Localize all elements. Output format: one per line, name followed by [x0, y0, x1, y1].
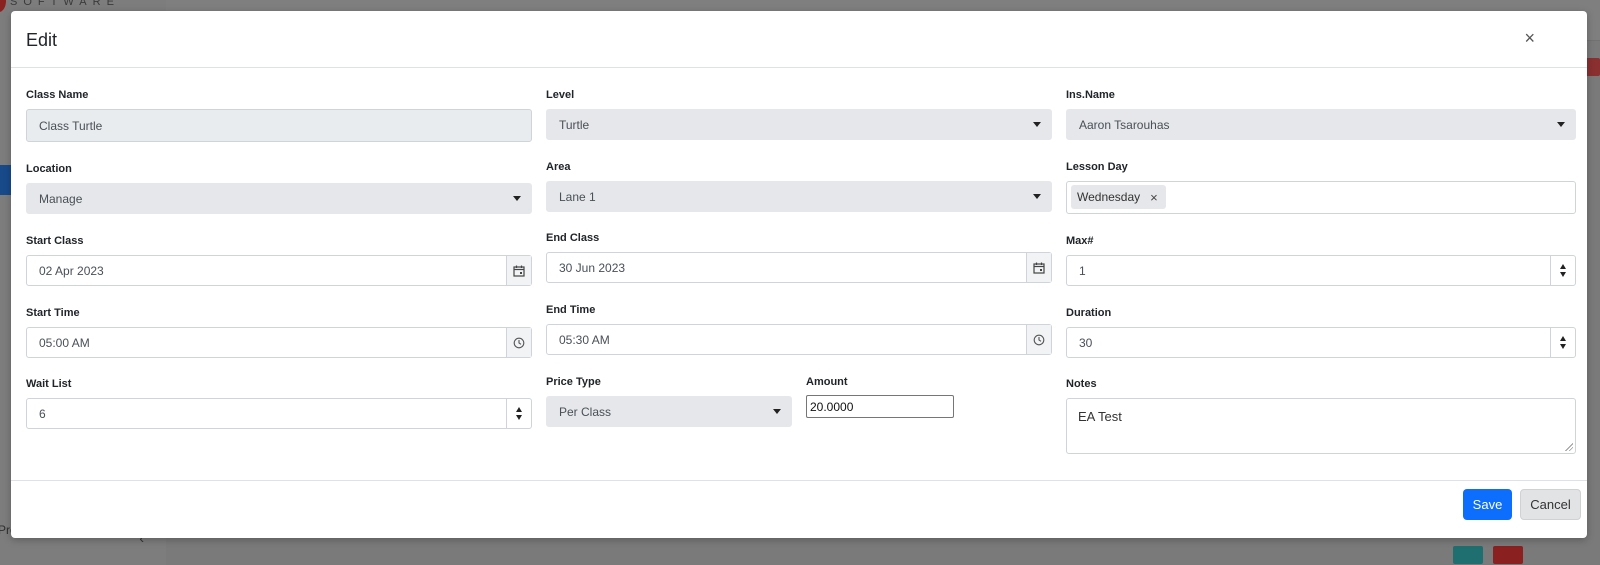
notes-textarea[interactable]: EA Test: [1066, 398, 1576, 454]
end-class-label: End Class: [546, 232, 600, 244]
lesson-day-tag: Wednesday ×: [1071, 185, 1166, 209]
chevron-down-icon: [513, 196, 521, 201]
amount-value: 20.0000: [810, 399, 854, 414]
class-name-label: Class Name: [26, 89, 89, 101]
start-time-label: Start Time: [26, 307, 80, 319]
end-time-input[interactable]: 05:30 AM: [546, 324, 1052, 355]
start-class-value: 02 Apr 2023: [39, 263, 104, 278]
modal-header: Edit ×: [11, 11, 1587, 68]
lesson-day-tag-label: Wednesday: [1077, 190, 1141, 204]
price-type-value: Per Class: [559, 404, 612, 419]
increment-icon[interactable]: [1560, 336, 1566, 341]
level-label: Level: [546, 89, 575, 101]
decrement-icon[interactable]: [1560, 272, 1566, 277]
resize-handle-icon[interactable]: [1565, 443, 1573, 451]
number-spinner[interactable]: [1550, 328, 1575, 357]
end-class-input[interactable]: 30 Jun 2023: [546, 252, 1052, 283]
clock-icon[interactable]: [1026, 325, 1051, 354]
clock-icon[interactable]: [506, 328, 531, 357]
area-value: Lane 1: [559, 189, 596, 204]
wait-list-value: 6: [39, 406, 46, 421]
location-label: Location: [26, 163, 72, 175]
end-time-value: 05:30 AM: [559, 332, 610, 347]
wait-list-label: Wait List: [26, 378, 72, 390]
chevron-down-icon: [1557, 122, 1565, 127]
remove-tag-icon[interactable]: ×: [1150, 190, 1158, 205]
notes-value: EA Test: [1078, 409, 1122, 424]
price-type-label: Price Type: [546, 376, 601, 388]
decrement-icon[interactable]: [516, 415, 522, 420]
amount-label: Amount: [806, 376, 848, 388]
cancel-button[interactable]: Cancel: [1520, 489, 1581, 520]
increment-icon[interactable]: [516, 407, 522, 412]
chevron-down-icon: [1033, 122, 1041, 127]
logo-mark: [0, 0, 6, 12]
logo-text: SOFTWARE: [10, 0, 120, 8]
location-value: Manage: [39, 191, 83, 206]
modal-title: Edit: [26, 30, 58, 50]
duration-value: 30: [1079, 335, 1093, 350]
location-select[interactable]: Manage: [26, 183, 532, 214]
chevron-down-icon: [1033, 194, 1041, 199]
calendar-icon[interactable]: [1026, 253, 1051, 282]
modal-body: Class Name Class Turtle Level Turtle Ins…: [11, 68, 1587, 481]
class-name-value: Class Turtle: [39, 118, 103, 133]
wait-list-input[interactable]: 6: [26, 398, 532, 429]
background-row-button: [1453, 546, 1483, 564]
calendar-icon[interactable]: [506, 256, 531, 285]
duration-input[interactable]: 30: [1066, 327, 1576, 358]
notes-label: Notes: [1066, 378, 1097, 390]
max-label: Max#: [1066, 235, 1094, 247]
class-name-input[interactable]: Class Turtle: [26, 109, 532, 142]
start-time-input[interactable]: 05:00 AM: [26, 327, 532, 358]
lesson-day-multiselect[interactable]: Wednesday ×: [1066, 181, 1576, 214]
increment-icon[interactable]: [1560, 264, 1566, 269]
end-time-label: End Time: [546, 304, 596, 316]
chevron-down-icon: [773, 409, 781, 414]
amount-input[interactable]: 20.0000: [806, 395, 954, 418]
close-icon[interactable]: ×: [1524, 29, 1535, 47]
level-select[interactable]: Turtle: [546, 109, 1052, 140]
area-select[interactable]: Lane 1: [546, 181, 1052, 212]
ins-name-label: Ins.Name: [1066, 89, 1115, 101]
lesson-day-label: Lesson Day: [1066, 161, 1128, 173]
max-input[interactable]: 1: [1066, 255, 1576, 286]
background-row-button: [1493, 546, 1523, 564]
level-value: Turtle: [559, 117, 590, 132]
start-class-input[interactable]: 02 Apr 2023: [26, 255, 532, 286]
number-spinner[interactable]: [506, 399, 531, 428]
save-button[interactable]: Save: [1463, 489, 1512, 520]
ins-name-value: Aaron Tsarouhas: [1079, 117, 1170, 132]
number-spinner[interactable]: [1550, 256, 1575, 285]
decrement-icon[interactable]: [1560, 344, 1566, 349]
modal-footer: Save Cancel: [11, 480, 1587, 538]
start-time-value: 05:00 AM: [39, 335, 90, 350]
price-type-select[interactable]: Per Class: [546, 396, 792, 427]
max-value: 1: [1079, 263, 1086, 278]
start-class-label: Start Class: [26, 235, 84, 247]
edit-modal: Edit × Class Name Class Turtle Level Tur…: [11, 11, 1587, 538]
duration-label: Duration: [1066, 307, 1112, 319]
end-class-value: 30 Jun 2023: [559, 260, 626, 275]
area-label: Area: [546, 161, 571, 173]
ins-name-select[interactable]: Aaron Tsarouhas: [1066, 109, 1576, 140]
